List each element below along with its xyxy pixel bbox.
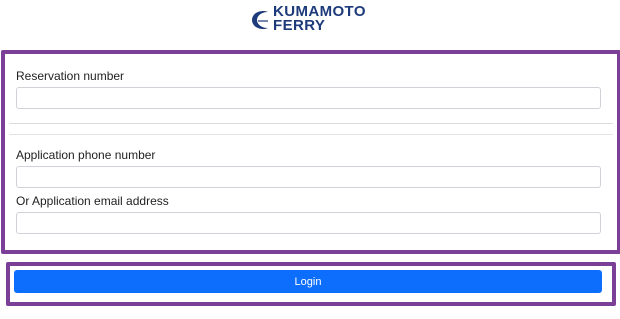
login-button[interactable]: Login	[14, 270, 602, 293]
section-divider	[9, 134, 613, 135]
brand-line-2: FERRY	[273, 17, 326, 34]
ferry-logo-icon	[252, 10, 268, 30]
section-divider	[9, 123, 613, 124]
reservation-number-input[interactable]	[16, 87, 601, 109]
login-area: Login	[6, 262, 616, 306]
email-address-input[interactable]	[16, 212, 601, 234]
header: KUMAMOTO FERRY	[0, 0, 620, 46]
phone-number-input[interactable]	[16, 166, 601, 188]
reservation-number-label: Reservation number	[16, 69, 125, 83]
email-address-label: Or Application email address	[16, 194, 169, 208]
phone-number-label: Application phone number	[16, 148, 156, 162]
reservation-form: Reservation number Application phone num…	[1, 50, 620, 254]
brand-name: KUMAMOTO FERRY	[273, 4, 366, 34]
kumamoto-ferry-logo: KUMAMOTO FERRY	[248, 4, 366, 35]
